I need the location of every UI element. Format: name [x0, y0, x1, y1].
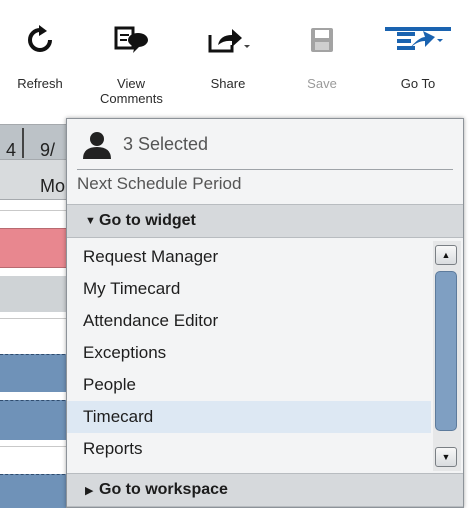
day-cell: Mo: [40, 176, 66, 196]
comments-icon: [113, 22, 149, 58]
goto-workspace-header[interactable]: ▶ Go to workspace: [67, 473, 463, 507]
schedule-row-blue[interactable]: [0, 354, 70, 392]
widget-item-people[interactable]: People: [67, 369, 431, 401]
widget-item-request-manager[interactable]: Request Manager: [67, 241, 431, 273]
goto-widget-label: Go to widget: [99, 212, 196, 229]
date-cell-right: 9/: [40, 140, 56, 160]
grid-line: [0, 318, 70, 319]
save-label: Save: [307, 76, 337, 91]
toolbar: Refresh View Comments Share Save Go To: [0, 0, 470, 116]
goto-icon: [393, 22, 443, 58]
schedule-row-pink[interactable]: [0, 228, 70, 268]
schedule-row-blue[interactable]: [0, 474, 70, 508]
schedule-row-blue[interactable]: [0, 400, 70, 440]
person-icon: [81, 131, 113, 164]
grid-line: [0, 446, 70, 447]
goto-workspace-label: Go to workspace: [99, 481, 228, 498]
refresh-label: Refresh: [17, 76, 63, 91]
save-button[interactable]: Save: [282, 22, 362, 91]
share-icon: [206, 22, 250, 58]
widget-item-my-timecard[interactable]: My Timecard: [67, 273, 431, 305]
widget-item-attendance-editor[interactable]: Attendance Editor: [67, 305, 431, 337]
view-comments-label: View Comments: [100, 76, 163, 106]
view-comments-button[interactable]: View Comments: [91, 22, 171, 106]
save-icon: [309, 22, 335, 58]
next-schedule-period-link[interactable]: Next Schedule Period: [77, 174, 241, 194]
widget-item-reports[interactable]: Reports: [67, 433, 431, 465]
caret-down-icon: ▼: [85, 215, 96, 227]
selected-count: 3 Selected: [123, 134, 209, 154]
schedule-row-grey[interactable]: [0, 276, 70, 312]
widget-list: Request Manager My Timecard Attendance E…: [67, 241, 431, 465]
selection-summary: 3 Selected: [67, 119, 463, 169]
scroll-up-icon[interactable]: ▲: [435, 245, 457, 265]
goto-popup: 3 Selected Next Schedule Period ▼ Go to …: [66, 118, 464, 508]
caret-right-icon: ▶: [85, 485, 94, 497]
widget-list-scrollbar[interactable]: ▲ ▼: [433, 241, 461, 471]
share-label: Share: [210, 76, 246, 91]
date-divider: [22, 128, 24, 158]
widget-item-timecard[interactable]: Timecard: [67, 401, 431, 433]
share-button[interactable]: Share: [188, 22, 268, 91]
date-cell-left: 4: [6, 140, 17, 160]
scroll-thumb[interactable]: [435, 271, 457, 431]
refresh-icon: [25, 22, 55, 58]
goto-label: Go To: [400, 76, 436, 91]
widget-item-exceptions[interactable]: Exceptions: [67, 337, 431, 369]
refresh-button[interactable]: Refresh: [0, 22, 80, 91]
scroll-down-icon[interactable]: ▼: [435, 447, 457, 467]
divider: [77, 169, 453, 170]
grid-line: [0, 210, 70, 211]
goto-widget-header[interactable]: ▼ Go to widget: [67, 204, 463, 238]
goto-button[interactable]: Go To: [378, 22, 458, 91]
